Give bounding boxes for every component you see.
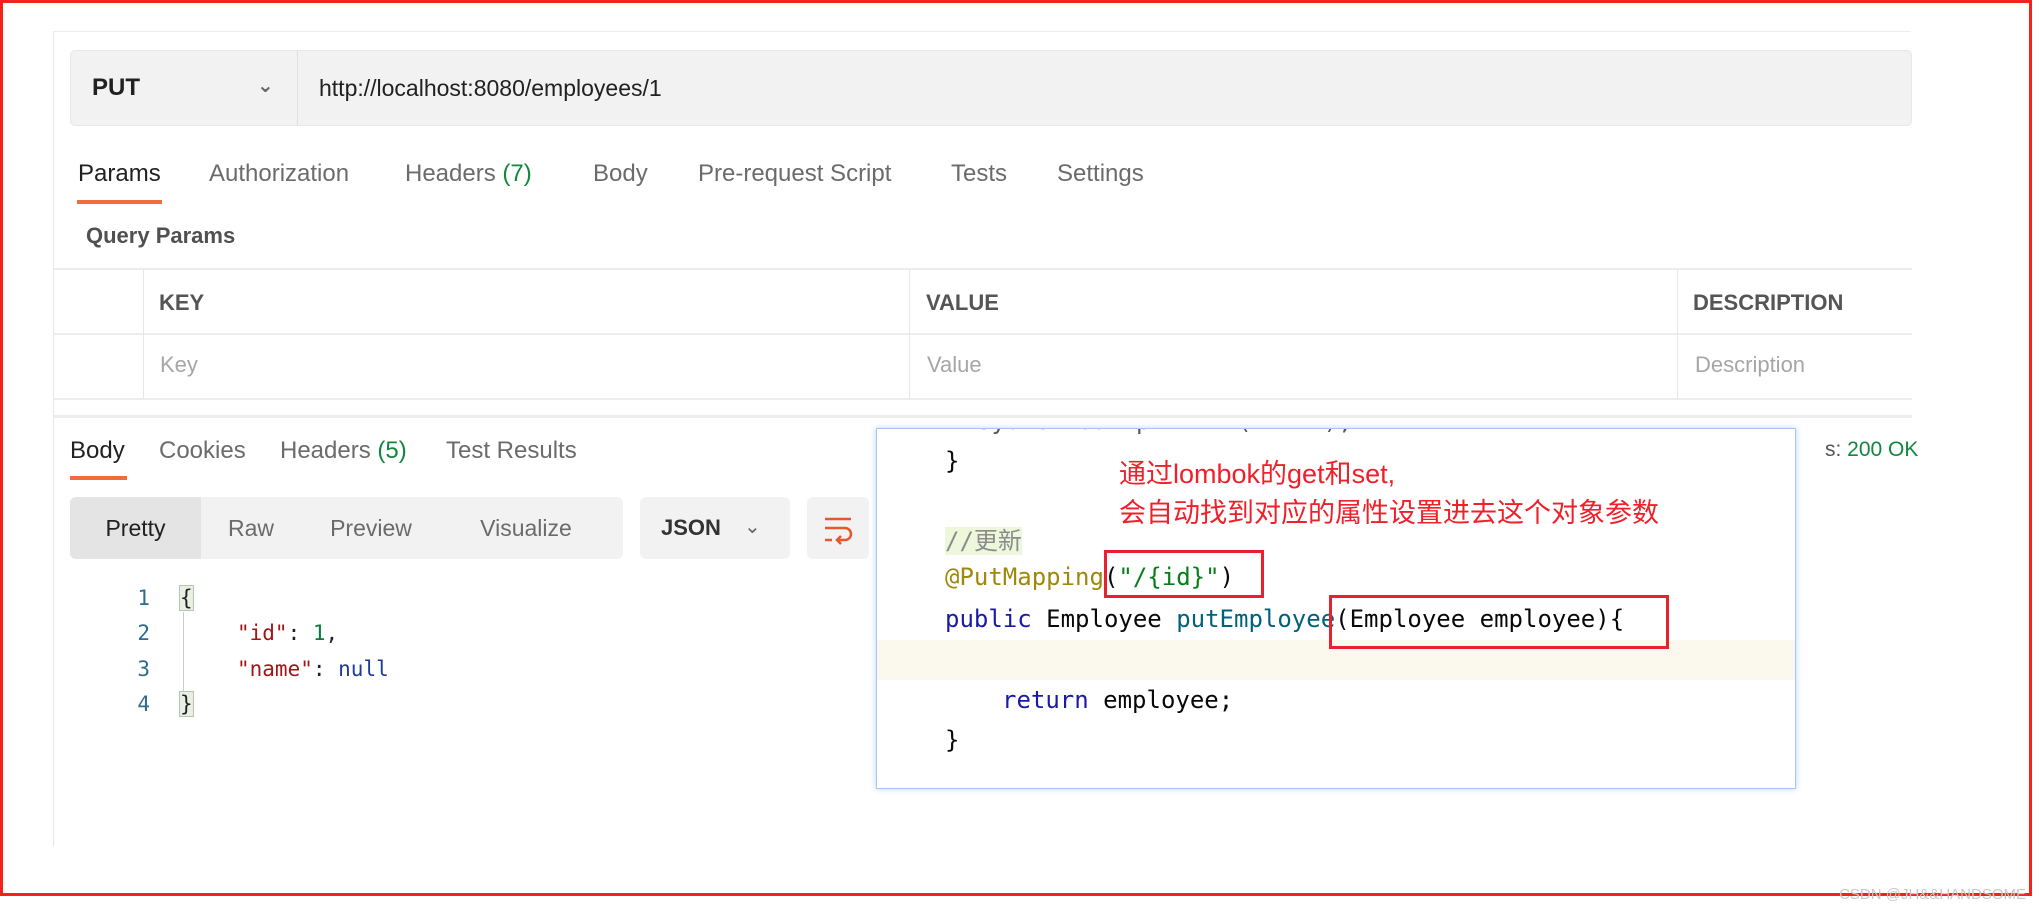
status-label: s:	[1825, 438, 1848, 461]
wrap-lines-button[interactable]	[807, 497, 869, 559]
url-input[interactable]: http://localhost:8080/employees/1	[319, 51, 662, 125]
watermark: CSDN @JH&&HANDSOME	[1839, 886, 2026, 903]
column-divider	[909, 270, 910, 398]
json-key: "name"	[237, 657, 313, 681]
request-url-bar: PUT ⌄ http://localhost:8080/employees/1	[70, 50, 1912, 126]
headers-count: (7)	[502, 160, 532, 187]
json-value: null	[338, 657, 389, 681]
status-value: 200 OK	[1847, 438, 1919, 461]
method-label: PUT	[92, 74, 140, 101]
response-tab-headers[interactable]: Headers (5)	[280, 437, 407, 465]
closing-brace: }	[945, 447, 960, 475]
divider	[54, 268, 1912, 270]
raw-button[interactable]: Raw	[201, 497, 301, 559]
keyword: return	[1002, 686, 1089, 714]
response-status: s: 200 OK	[1825, 438, 1918, 462]
open-brace: {	[179, 585, 194, 611]
indent-guide	[183, 612, 184, 692]
column-header-value: VALUE	[926, 290, 999, 315]
tab-settings[interactable]: Settings	[1057, 160, 1144, 188]
tab-body[interactable]: Body	[593, 160, 648, 188]
format-label: JSON	[661, 515, 721, 540]
column-divider	[1677, 270, 1678, 398]
method-name: putEmployee	[1176, 605, 1336, 633]
type: Employee	[1046, 605, 1162, 633]
key-input[interactable]: Key	[160, 352, 198, 378]
json-value: 1	[312, 621, 326, 645]
preview-button[interactable]: Preview	[301, 497, 441, 559]
query-params-title: Query Params	[86, 223, 236, 248]
line-number: 2	[137, 621, 150, 645]
json-key: "id"	[237, 621, 288, 645]
line-number: 4	[137, 692, 150, 716]
tab-params[interactable]: Params	[78, 160, 161, 188]
response-tab-cookies[interactable]: Cookies	[159, 437, 246, 465]
response-tab-body[interactable]: Body	[70, 437, 125, 465]
code-comment: //更新	[945, 527, 1022, 555]
tab-authorization[interactable]: Authorization	[209, 160, 349, 188]
annotation-note-line2: 会自动找到对应的属性设置进去这个对象参数	[1119, 498, 1659, 528]
column-header-description: DESCRIPTION	[1693, 290, 1844, 315]
line-number: 3	[137, 657, 150, 681]
headers-count: (5)	[377, 437, 407, 464]
format-select[interactable]: JSON ⌄	[640, 497, 790, 559]
method-select[interactable]: PUT ⌄	[71, 51, 298, 125]
value-input[interactable]: Value	[927, 352, 982, 378]
highlight-box-path	[1104, 550, 1264, 598]
tab-pre-request-script[interactable]: Pre-request Script	[698, 160, 891, 188]
tab-label: Headers	[405, 160, 496, 187]
pretty-button[interactable]: Pretty	[70, 497, 201, 559]
annotation-note-line1: 通过lombok的get和set,	[1119, 459, 1396, 489]
divider	[54, 333, 1912, 335]
column-header-key: KEY	[159, 290, 205, 315]
response-tab-test-results[interactable]: Test Results	[446, 437, 577, 465]
description-input[interactable]: Description	[1695, 352, 1805, 378]
tab-tests[interactable]: Tests	[951, 160, 1007, 188]
tab-headers[interactable]: Headers (7)	[405, 160, 532, 188]
active-tab-indicator	[70, 476, 127, 480]
line-number: 1	[137, 586, 150, 610]
active-tab-indicator	[77, 200, 162, 204]
wrap-lines-icon	[825, 517, 853, 545]
highlight-box-params	[1329, 595, 1669, 649]
visualize-button[interactable]: Visualize	[441, 497, 611, 559]
code-screenshot-overlay: System.out.println("..."); } //更新 @PutMa…	[876, 428, 1796, 789]
divider	[54, 415, 1912, 418]
chevron-down-icon: ⌄	[257, 75, 274, 97]
chevron-down-icon: ⌄	[744, 516, 761, 538]
close-brace: }	[179, 691, 194, 717]
tab-label: Headers	[280, 437, 371, 464]
view-mode-selector: Pretty Raw Preview Visualize	[70, 497, 623, 559]
divider	[54, 398, 1912, 400]
column-divider	[143, 270, 144, 398]
closing-brace: }	[945, 726, 960, 754]
keyword: public	[945, 605, 1032, 633]
annotation: @PutMapping	[945, 563, 1104, 591]
return-value: employee;	[1088, 686, 1234, 714]
